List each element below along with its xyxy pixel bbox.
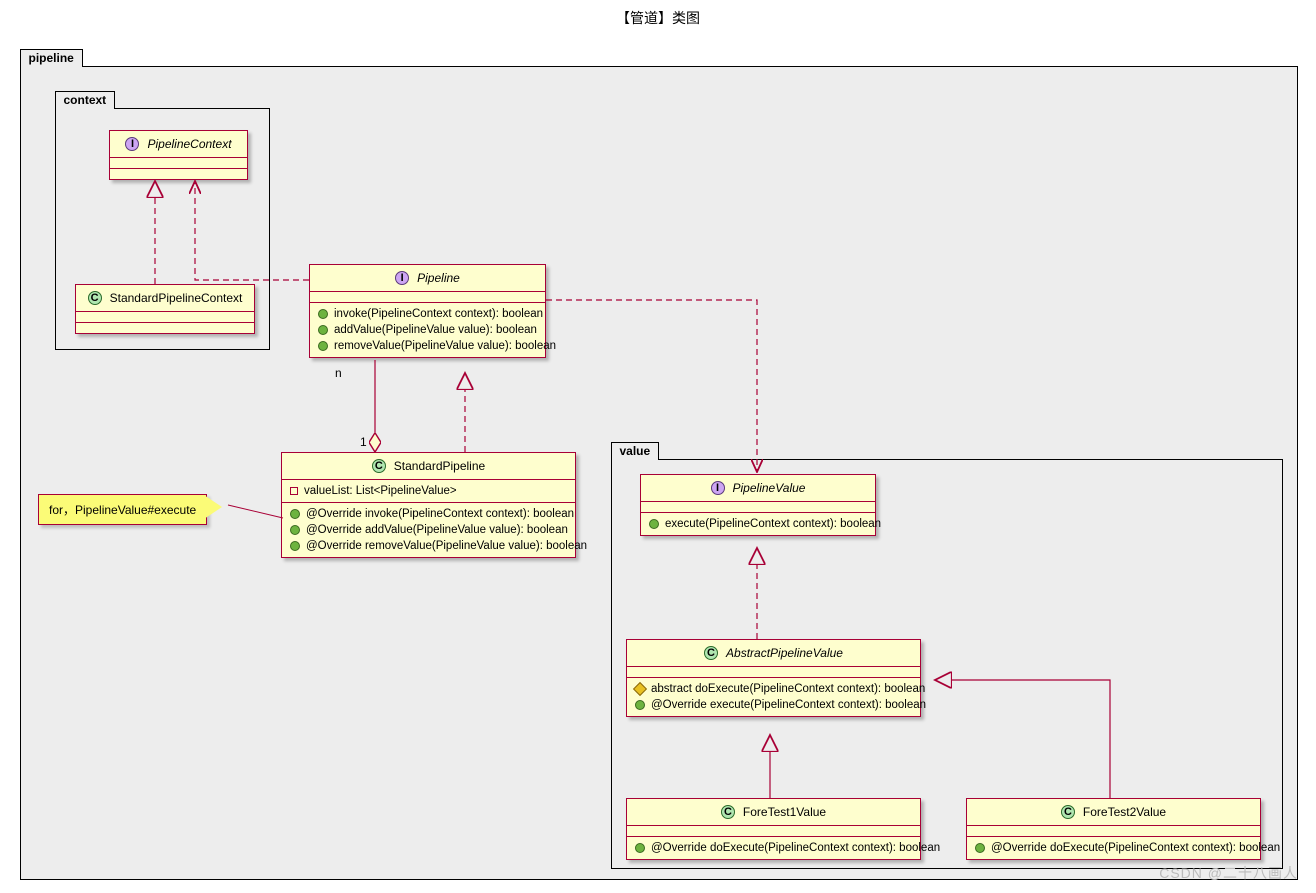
class-header: I PipelineContext	[110, 131, 247, 158]
class-name: ForeTest2Value	[1083, 805, 1166, 819]
public-icon	[635, 700, 645, 710]
method-row: abstract doExecute(PipelineContext conte…	[635, 681, 912, 697]
private-icon	[290, 487, 298, 495]
class-standardpipeline: C StandardPipeline valueList: List<Pipel…	[281, 452, 576, 558]
public-icon	[649, 519, 659, 529]
field-row: valueList: List<PipelineValue>	[290, 483, 567, 499]
method-row: @Override execute(PipelineContext contex…	[635, 697, 912, 713]
note: for，PipelineValue#execute	[38, 494, 207, 525]
multiplicity-n: n	[335, 366, 342, 380]
package-value-label: value	[611, 442, 660, 460]
class-pipeline: I Pipeline invoke(PipelineContext contex…	[309, 264, 546, 358]
class-standardpipelinecontext: C StandardPipelineContext	[75, 284, 255, 334]
class-name: ForeTest1Value	[743, 805, 826, 819]
class-name: StandardPipeline	[394, 459, 485, 473]
class-foretest1value: C ForeTest1Value @Override doExecute(Pip…	[626, 798, 921, 860]
abstract-icon	[633, 682, 647, 696]
class-pipelinecontext: I PipelineContext	[109, 130, 248, 180]
class-header: C ForeTest1Value	[627, 799, 920, 826]
public-icon	[975, 843, 985, 853]
interface-icon: I	[125, 137, 139, 151]
method-row: @Override doExecute(PipelineContext cont…	[975, 840, 1252, 856]
class-icon: C	[704, 646, 718, 660]
class-pipelinevalue: I PipelineValue execute(PipelineContext …	[640, 474, 876, 536]
class-icon: C	[721, 805, 735, 819]
watermark: CSDN @二十八画人	[1159, 863, 1298, 883]
method-row: execute(PipelineContext context): boolea…	[649, 516, 867, 532]
class-name: PipelineContext	[147, 137, 231, 151]
public-icon	[318, 341, 328, 351]
class-header: I PipelineValue	[641, 475, 875, 502]
method-row: invoke(PipelineContext context): boolean	[318, 306, 537, 322]
public-icon	[635, 843, 645, 853]
public-icon	[290, 541, 300, 551]
public-icon	[318, 309, 328, 319]
public-icon	[318, 325, 328, 335]
class-header: C StandardPipeline	[282, 453, 575, 480]
class-header: C StandardPipelineContext	[76, 285, 254, 312]
class-icon: C	[372, 459, 386, 473]
method-row: @Override doExecute(PipelineContext cont…	[635, 840, 912, 856]
class-name: PipelineValue	[733, 481, 806, 495]
class-name: Pipeline	[417, 271, 460, 285]
class-name: AbstractPipelineValue	[726, 646, 843, 660]
class-header: C ForeTest2Value	[967, 799, 1260, 826]
package-pipeline-label: pipeline	[20, 49, 83, 67]
class-icon: C	[1061, 805, 1075, 819]
diagram-title: 【管道】类图	[0, 0, 1316, 28]
class-foretest2value: C ForeTest2Value @Override doExecute(Pip…	[966, 798, 1261, 860]
interface-icon: I	[395, 271, 409, 285]
package-context-label: context	[55, 91, 116, 109]
method-row: removeValue(PipelineValue value): boolea…	[318, 338, 537, 354]
method-row: @Override invoke(PipelineContext context…	[290, 506, 567, 522]
class-icon: C	[88, 291, 102, 305]
multiplicity-one: 1	[360, 435, 367, 449]
method-row: addValue(PipelineValue value): boolean	[318, 322, 537, 338]
class-abstractpipelinevalue: C AbstractPipelineValue abstract doExecu…	[626, 639, 921, 717]
method-row: @Override addValue(PipelineValue value):…	[290, 522, 567, 538]
class-name: StandardPipelineContext	[110, 291, 243, 305]
class-header: I Pipeline	[310, 265, 545, 292]
public-icon	[290, 525, 300, 535]
interface-icon: I	[711, 481, 725, 495]
public-icon	[290, 509, 300, 519]
method-row: @Override removeValue(PipelineValue valu…	[290, 538, 567, 554]
class-header: C AbstractPipelineValue	[627, 640, 920, 667]
